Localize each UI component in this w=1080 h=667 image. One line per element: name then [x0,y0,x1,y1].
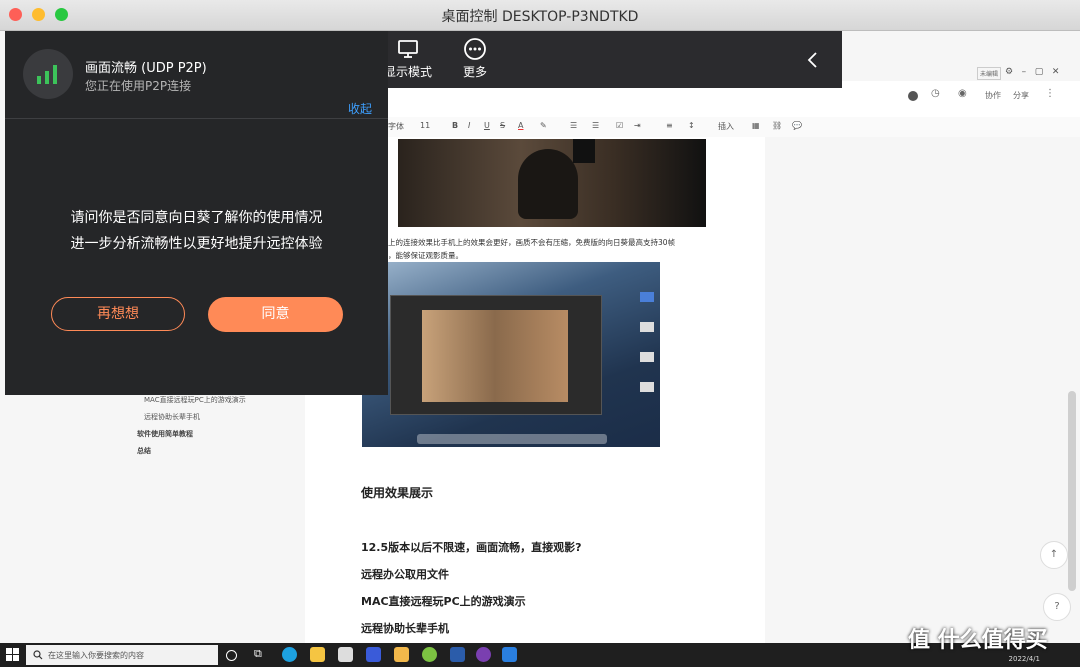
taskbar-search-input[interactable]: 在这里输入你要搜索的内容 [26,645,218,665]
win-controls: ⚙ – ▢ ✕ [1005,67,1059,77]
more-dots-icon [464,38,486,60]
image-video-frame [422,310,568,402]
image-figure [518,149,578,219]
toc-item[interactable]: 远程协助长辈手机 [144,412,200,422]
play-icon[interactable]: ◉ [958,88,967,99]
checklist-icon[interactable]: ☑ [616,121,623,130]
consent-message-line-2: 进一步分析流畅性以更好地提升远控体验 [70,236,323,252]
search-icon [33,650,43,660]
image-side-icon [640,352,654,362]
document-image-1 [398,139,706,227]
windows-start-icon[interactable] [6,648,20,662]
more-button[interactable]: 更多 [445,37,505,80]
app-icon[interactable] [338,647,353,662]
settings-icon[interactable]: ⚙ [1005,67,1013,77]
image-dock [417,434,607,444]
more-label: 更多 [462,65,487,79]
edge-icon[interactable] [282,647,297,662]
app-icon[interactable] [422,647,437,662]
indent-icon[interactable]: ⇥ [634,121,641,130]
back-to-top-button[interactable]: ↑ [1040,541,1068,569]
accept-button[interactable]: 同意 [208,297,343,332]
corner-tag: 未编辑 [977,67,1002,80]
collab-button[interactable]: 协作 [985,90,1001,101]
text-color-button[interactable]: A [518,121,523,130]
font-size-select[interactable]: 11 [420,121,430,130]
search-placeholder: 在这里输入你要搜索的内容 [48,651,144,660]
close-icon[interactable]: ✕ [1052,67,1060,77]
section-heading: 远程协助长辈手机 [361,622,449,635]
paragraph-line-2: ，能够保证观影质量。 [388,251,463,260]
app-icon[interactable] [394,647,409,662]
file-explorer-icon[interactable] [310,647,325,662]
ordered-list-icon[interactable]: ☰ [570,121,577,130]
signal-strength-icon [23,49,73,99]
link-icon[interactable]: ⛓ [772,121,782,130]
align-icon[interactable]: ≡ [666,121,673,130]
comment-icon[interactable]: 💬 [792,121,802,130]
app-icon[interactable] [502,647,517,662]
word-icon[interactable] [450,647,465,662]
strikethrough-button[interactable]: S [500,121,505,130]
italic-button[interactable]: I [468,121,470,130]
section-heading: 使用效果展示 [361,486,434,500]
image-sign [573,139,595,163]
decline-button[interactable]: 再想想 [51,297,185,331]
highlight-icon[interactable]: ✎ [540,121,547,130]
image-side-icon [640,292,654,302]
taskbar-date: 2022/4/1 [1008,655,1040,663]
bold-button[interactable]: B [452,121,458,130]
collapse-toolbar-chevron-icon[interactable] [806,51,820,69]
share-button[interactable]: 分享 [1013,90,1029,101]
section-heading: MAC直接远程玩PC上的游戏演示 [361,595,526,608]
font-select[interactable]: 字体 [388,121,404,132]
connection-status-title: 画面流畅 (UDP P2P) [85,61,207,76]
more-menu-icon[interactable]: ⋮ [1045,88,1055,99]
document-scrollbar[interactable] [1068,391,1076,591]
watermark-logo: 值 什么值得买 [908,628,1048,653]
connection-status-subtitle: 您正在使用P2P连接 [85,79,192,93]
line-spacing-icon[interactable]: ↕ [688,121,695,130]
consent-popup: 画面流畅 (UDP P2P) 您正在使用P2P连接 收起 请问你是否同意向日葵了… [5,31,388,395]
image-side-icon [640,382,654,392]
monitor-icon [398,40,418,58]
restore-icon[interactable]: ▢ [1035,67,1044,77]
bullet-list-icon[interactable]: ☰ [592,121,599,130]
window-title: 桌面控制 DESKTOP-P3NDTKD [441,9,639,25]
history-icon[interactable]: ◷ [931,88,940,99]
window-title-bar: 桌面控制 DESKTOP-P3NDTKD [0,0,1080,31]
app-icon[interactable] [476,647,491,662]
toc-item[interactable]: MAC直接远程玩PC上的游戏演示 [144,395,246,405]
popup-divider [5,118,388,119]
display-mode-label: 显示模式 [383,65,432,79]
help-button[interactable]: ? [1043,593,1071,621]
insert-menu[interactable]: 插入 [718,121,734,132]
underline-button[interactable]: U [484,121,490,130]
minimize-icon[interactable]: – [1022,67,1027,77]
image-side-icon [640,322,654,332]
section-heading: 12.5版本以后不限速，画面流畅，直接观影? [361,541,582,554]
toc-item[interactable]: 总结 [137,446,151,456]
avatar[interactable] [908,91,918,101]
cortana-icon[interactable] [226,650,237,661]
collapse-link[interactable]: 收起 [348,100,372,117]
document-image-2 [362,262,660,447]
table-icon[interactable]: ▦ [752,121,760,130]
paragraph-line-1: 上的连接效果比手机上的效果会更好，画质不会有压缩，免费版的向日葵最高支持30帧 [388,238,676,247]
format-toolbar: 字体 11 B I U S A ✎ ☰ ☰ ☑ ⇥ ≡ ↕ 插入 ▦ ⛓ 💬 [380,117,1080,137]
section-heading: 远程办公取用文件 [361,568,449,581]
task-view-icon[interactable]: ⧉ [254,647,269,662]
consent-message-line-1: 请问你是否同意向日葵了解你的使用情况 [70,210,323,226]
app-icon[interactable] [366,647,381,662]
remote-control-toolbar: 显示模式 更多 [384,31,842,88]
toc-item[interactable]: 软件使用简单教程 [137,429,193,439]
